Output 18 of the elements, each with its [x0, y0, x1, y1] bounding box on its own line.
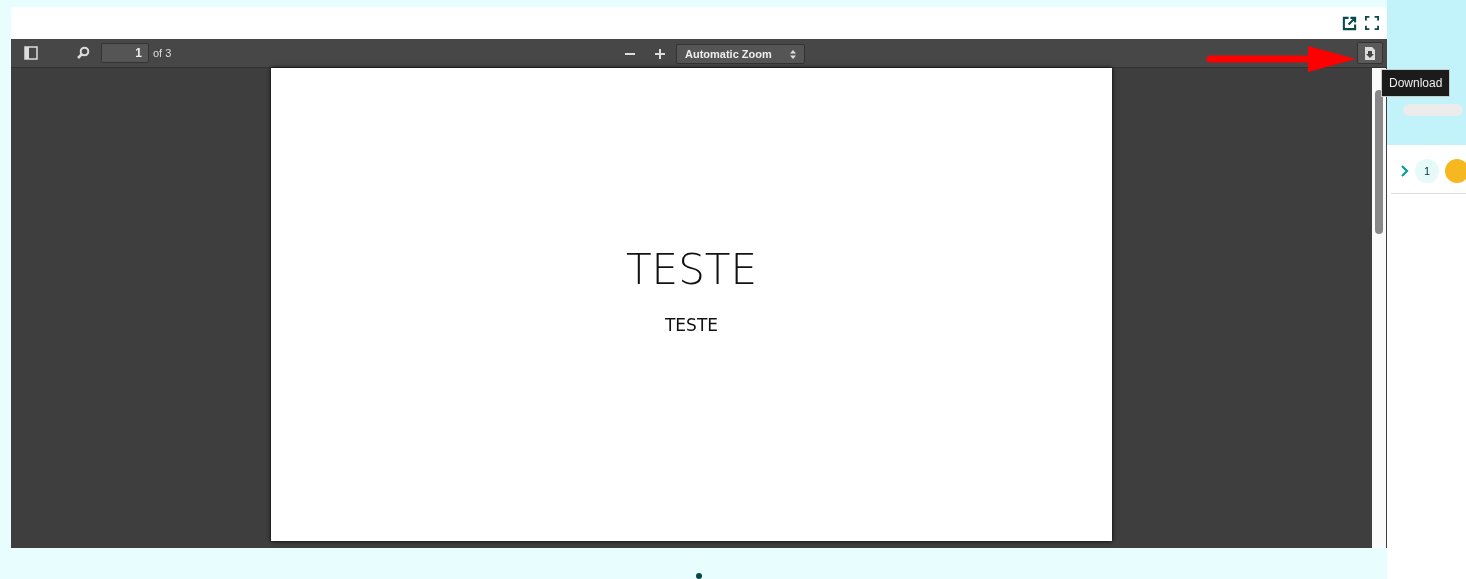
external-link-icon[interactable] — [1342, 15, 1357, 31]
document-subtitle: TESTE — [664, 314, 718, 337]
fullscreen-icon[interactable] — [1365, 16, 1379, 30]
chevron-icon[interactable] — [1401, 165, 1409, 177]
status-circle — [1445, 159, 1466, 183]
download-button[interactable] — [1357, 42, 1383, 64]
placeholder-bar — [1403, 104, 1463, 116]
plus-icon[interactable] — [654, 48, 666, 60]
zoom-select[interactable]: Automatic Zoom — [676, 44, 805, 64]
download-icon[interactable] — [1365, 46, 1375, 60]
count-badge: 1 — [1415, 159, 1439, 183]
page-number-field[interactable]: 1 — [101, 43, 149, 63]
tooltip: Download — [1381, 69, 1451, 97]
page-count: of 3 — [153, 45, 172, 61]
document-title: TESTE — [625, 249, 757, 291]
arrow-icon — [1206, 46, 1356, 72]
caret-icon[interactable] — [789, 49, 796, 59]
dot-icon — [696, 573, 702, 579]
